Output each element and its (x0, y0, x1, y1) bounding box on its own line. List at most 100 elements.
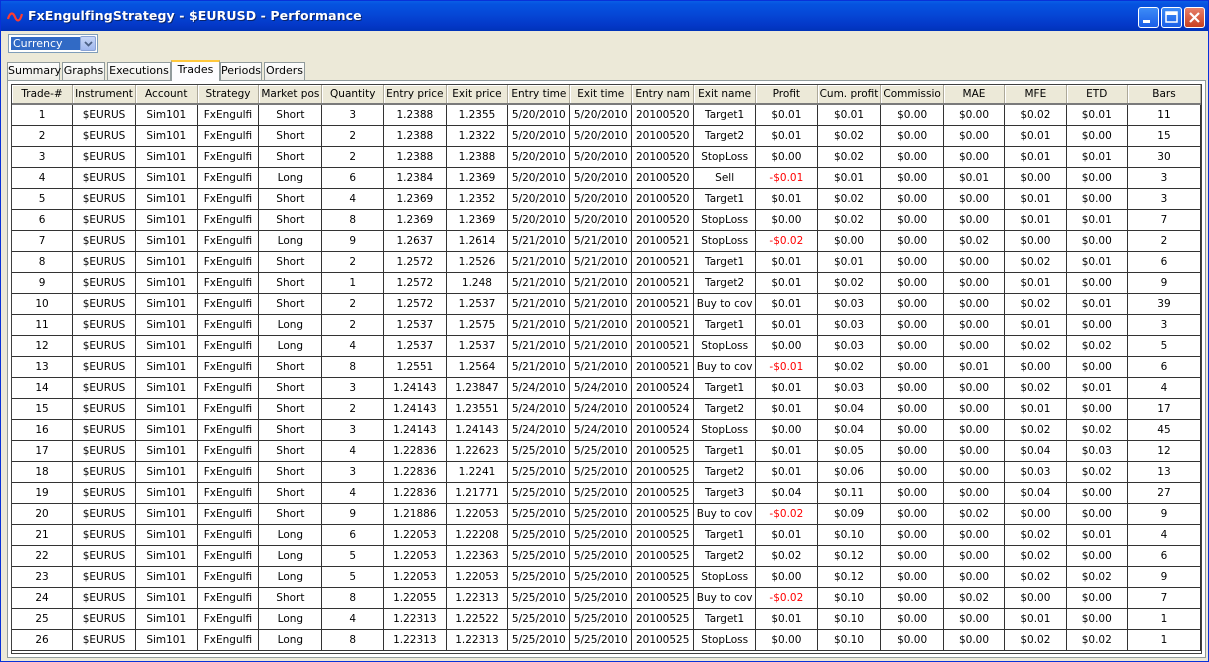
table-cell: 5 (12, 188, 74, 210)
table-cell: 13 (1127, 461, 1201, 483)
table-row[interactable]: 3 $EURUS Sim101 FxEngulfi Short 2 1.2388 1.2388… (12, 146, 1201, 168)
column-header[interactable]: Quantity (321, 85, 385, 105)
table-cell: $0.12 (817, 566, 882, 588)
table-cell: 1.2369 (383, 188, 447, 210)
table-cell: 5/24/2010 (569, 419, 633, 441)
table-row[interactable]: 11 $EURUS Sim101 FxEngulfi Long 2 1.2537 1.2575… (12, 314, 1201, 336)
table-cell: FxEngulfi (197, 587, 260, 609)
table-cell: $0.00 (880, 545, 944, 567)
dropdown-arrow-button[interactable] (80, 36, 96, 51)
table-row[interactable]: 18 $EURUS Sim101 FxEngulfi Short 3 1.22836 1.22… (12, 461, 1201, 483)
column-header[interactable]: MAE (943, 85, 1006, 105)
table-cell: $0.00 (1066, 125, 1128, 147)
minimize-button[interactable] (1138, 7, 1159, 28)
tab-graphs[interactable]: Graphs (62, 62, 105, 80)
column-header[interactable]: Exit price (446, 85, 509, 105)
table-cell: 5/20/2010 (569, 104, 633, 126)
table-row[interactable]: 7 $EURUS Sim101 FxEngulfi Long 9 1.2637 1.2614 5… (12, 230, 1201, 252)
table-row[interactable]: 16 $EURUS Sim101 FxEngulfi Short 3 1.24143 1.24… (12, 419, 1201, 441)
table-cell: $0.09 (817, 503, 882, 525)
tab-trades[interactable]: Trades (171, 60, 220, 81)
table-cell: Short (258, 503, 323, 525)
column-header[interactable]: Entry nam (631, 85, 695, 105)
trades-table: Trade-# Instrument Account Strategy Market p… (12, 85, 1201, 651)
column-header[interactable]: Market pos (258, 85, 323, 105)
table-cell: $0.02 (1004, 104, 1067, 126)
close-button[interactable] (1184, 7, 1205, 28)
table-cell: $0.01 (755, 377, 818, 399)
table-row[interactable]: 13 $EURUS Sim101 FxEngulfi Short 8 1.2551 1.256… (12, 356, 1201, 378)
table-cell: $0.01 (1066, 524, 1128, 546)
table-cell: $0.02 (817, 146, 882, 168)
table-row[interactable]: 15 $EURUS Sim101 FxEngulfi Short 2 1.24143 1.23… (12, 398, 1201, 420)
column-header[interactable]: Instrument (72, 85, 136, 105)
table-cell: 5/21/2010 (507, 272, 571, 294)
column-header[interactable]: Cum. profit (817, 85, 882, 105)
column-header[interactable]: Profit (755, 85, 818, 105)
table-cell: $0.02 (817, 209, 882, 231)
currency-dropdown[interactable]: Currency (8, 34, 98, 53)
table-cell: 5/25/2010 (569, 545, 633, 567)
table-row[interactable]: 8 $EURUS Sim101 FxEngulfi Short 2 1.2572 1.2526… (12, 251, 1201, 273)
table-cell: $0.02 (1066, 461, 1128, 483)
tab-summary[interactable]: Summary (7, 62, 61, 80)
table-cell: 1.2369 (446, 167, 509, 189)
table-cell: 1 (1127, 629, 1201, 651)
table-row[interactable]: 21 $EURUS Sim101 FxEngulfi Long 6 1.22053 1.222… (12, 524, 1201, 546)
trades-grid[interactable]: Trade-# Instrument Account Strategy Market p… (11, 84, 1202, 654)
table-row[interactable]: 14 $EURUS Sim101 FxEngulfi Short 3 1.24143 1.23… (12, 377, 1201, 399)
table-cell: 4 (321, 440, 385, 462)
table-row[interactable]: 12 $EURUS Sim101 FxEngulfi Long 4 1.2537 1.2537… (12, 335, 1201, 357)
column-header[interactable]: Strategy (197, 85, 260, 105)
tab-executions[interactable]: Executions (107, 62, 171, 80)
column-header[interactable]: Trade-# (12, 85, 74, 105)
table-cell: $0.10 (817, 608, 882, 630)
table-cell: Short (258, 125, 323, 147)
table-row[interactable]: 4 $EURUS Sim101 FxEngulfi Long 6 1.2384 1.2369 5… (12, 167, 1201, 189)
column-header[interactable]: Account (135, 85, 198, 105)
table-row[interactable]: 17 $EURUS Sim101 FxEngulfi Short 4 1.22836 1.22… (12, 440, 1201, 462)
column-header[interactable]: Exit time (569, 85, 633, 105)
table-cell: $0.01 (755, 188, 818, 210)
table-cell: StopLoss (693, 230, 757, 252)
table-cell: FxEngulfi (197, 440, 260, 462)
title-bar[interactable]: FxEngulfingStrategy - $EURUSD - Performa… (1, 1, 1208, 31)
table-cell: $0.04 (755, 482, 818, 504)
table-cell: $EURUS (72, 335, 136, 357)
table-row[interactable]: 23 $EURUS Sim101 FxEngulfi Long 5 1.22053 1.220… (12, 566, 1201, 588)
column-header[interactable]: Bars (1127, 85, 1201, 105)
table-row[interactable]: 26 $EURUS Sim101 FxEngulfi Long 8 1.22313 1.223… (12, 629, 1201, 651)
table-row[interactable]: 2 $EURUS Sim101 FxEngulfi Short 2 1.2388 1.2322… (12, 125, 1201, 147)
column-header[interactable]: Exit name (693, 85, 757, 105)
table-cell: Sim101 (135, 545, 198, 567)
tab-periods[interactable]: Periods (220, 62, 262, 80)
tab-orders[interactable]: Orders (264, 62, 305, 80)
table-row[interactable]: 10 $EURUS Sim101 FxEngulfi Short 2 1.2572 1.253… (12, 293, 1201, 315)
column-header[interactable]: Entry price (383, 85, 447, 105)
table-cell: Sim101 (135, 188, 198, 210)
table-cell: 5/25/2010 (507, 503, 571, 525)
table-row[interactable]: 22 $EURUS Sim101 FxEngulfi Long 5 1.22053 1.223… (12, 545, 1201, 567)
column-header[interactable]: Commissio (880, 85, 944, 105)
table-row[interactable]: 6 $EURUS Sim101 FxEngulfi Short 8 1.2369 1.2369… (12, 209, 1201, 231)
table-row[interactable]: 24 $EURUS Sim101 FxEngulfi Short 8 1.22055 1.22… (12, 587, 1201, 609)
table-cell: 5/25/2010 (507, 545, 571, 567)
table-cell: 4 (1127, 524, 1201, 546)
table-cell: FxEngulfi (197, 167, 260, 189)
table-row[interactable]: 5 $EURUS Sim101 FxEngulfi Short 4 1.2369 1.2352… (12, 188, 1201, 210)
column-header[interactable]: ETD (1066, 85, 1128, 105)
table-cell: $0.00 (880, 398, 944, 420)
table-row[interactable]: 9 $EURUS Sim101 FxEngulfi Short 1 1.2572 1.248 5… (12, 272, 1201, 294)
table-cell: 1.22313 (446, 629, 509, 651)
minimize-icon (1143, 20, 1150, 23)
table-row[interactable]: 25 $EURUS Sim101 FxEngulfi Long 4 1.22313 1.225… (12, 608, 1201, 630)
maximize-button[interactable] (1161, 7, 1182, 28)
table-row[interactable]: 20 $EURUS Sim101 FxEngulfi Short 9 1.21886 1.22… (12, 503, 1201, 525)
column-header[interactable]: MFE (1004, 85, 1067, 105)
table-cell: 5/24/2010 (569, 398, 633, 420)
column-header[interactable]: Entry time (507, 85, 571, 105)
table-cell: 1.21771 (446, 482, 509, 504)
table-row[interactable]: 1 $EURUS Sim101 FxEngulfi Short 3 1.2388 1.2355… (12, 104, 1201, 126)
table-cell: Long (258, 335, 323, 357)
table-row[interactable]: 19 $EURUS Sim101 FxEngulfi Short 4 1.22836 1.21… (12, 482, 1201, 504)
